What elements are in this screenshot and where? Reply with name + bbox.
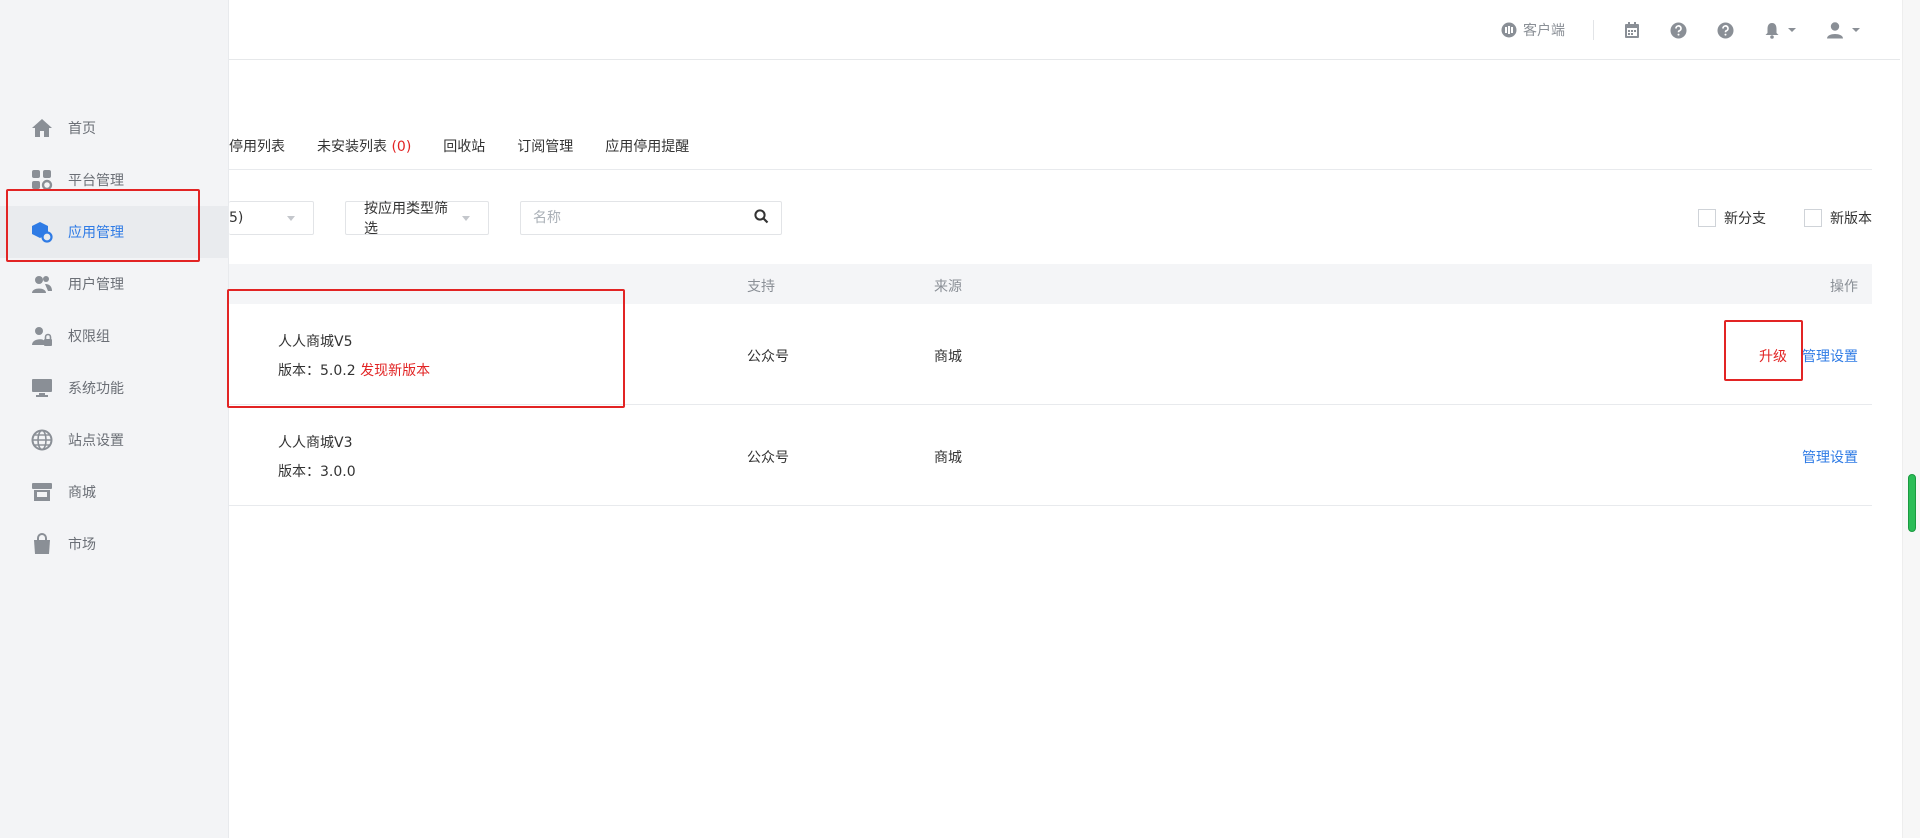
client-link[interactable]: 客户端 [1501, 20, 1565, 40]
filter-select-partial[interactable]: 5) [229, 201, 314, 235]
app-source: 商城 [934, 450, 962, 466]
table-row: 人人商城V3 版本：3.0.0 公众号 商城 管理设置 [229, 405, 1872, 506]
user-icon [1826, 21, 1844, 39]
shopping-bag-icon [30, 532, 54, 556]
store-icon [30, 480, 54, 504]
column-header-source: 来源 [934, 279, 962, 295]
column-header-actions: 操作 [1830, 279, 1858, 295]
client-label: 客户端 [1523, 23, 1565, 39]
sidebar-item-store[interactable]: 商城 [0, 466, 229, 518]
sidebar-item-system-functions[interactable]: 系统功能 [0, 362, 229, 414]
app-name: 人人商城V3 [278, 435, 353, 451]
support-button[interactable] [1717, 22, 1734, 39]
sidebar-item-permission-group[interactable]: 权限组 [0, 310, 229, 362]
users-icon [30, 272, 54, 296]
tab-disable-reminder[interactable]: 应用停用提醒 [605, 136, 689, 170]
tab-subscription-management[interactable]: 订阅管理 [517, 136, 573, 170]
app-support: 公众号 [747, 450, 789, 466]
sidebar-item-label: 站点设置 [68, 433, 124, 449]
app-tabs: 停用列表 未安装列表 (0) 回收站 订阅管理 应用停用提醒 [229, 136, 721, 170]
client-icon [1501, 22, 1517, 38]
monitor-icon [30, 376, 54, 400]
search-icon[interactable] [754, 208, 769, 228]
sidebar-item-home[interactable]: 首页 [0, 102, 229, 154]
sidebar-item-platform[interactable]: 平台管理 [0, 154, 229, 206]
search-box [520, 201, 782, 235]
checkbox-box [1698, 209, 1716, 227]
sidebar-nav: 首页 平台管理 应用管理 用户管理 权限组 系统功能 站点设置 商城 市场 [0, 102, 229, 570]
upgrade-button[interactable]: 升级 [1759, 346, 1787, 366]
calendar-button[interactable] [1624, 21, 1640, 39]
sidebar-item-users[interactable]: 用户管理 [0, 258, 229, 310]
chevron-down-icon [287, 215, 295, 221]
main-content: 停用列表 未安装列表 (0) 回收站 订阅管理 应用停用提醒 5) 按应用类型筛… [227, 60, 1872, 838]
user-lock-icon [30, 324, 54, 348]
sidebar-item-label: 平台管理 [68, 173, 124, 189]
sidebar: 首页 平台管理 应用管理 用户管理 权限组 系统功能 站点设置 商城 市场 [0, 0, 229, 838]
search-input[interactable] [521, 202, 741, 234]
scrollbar-thumb[interactable] [1908, 474, 1916, 532]
app-name: 人人商城V5 [278, 334, 353, 350]
column-header-support: 支持 [747, 279, 775, 295]
user-menu-dropdown[interactable] [1826, 21, 1860, 39]
sidebar-item-label: 权限组 [68, 329, 110, 345]
topbar-divider [1593, 20, 1594, 40]
filter-select-value: 5) [229, 210, 244, 226]
home-icon [30, 116, 54, 140]
app-support: 公众号 [747, 349, 789, 365]
filter-app-type-select[interactable]: 按应用类型筛选 [345, 201, 489, 237]
tab-recycle-bin[interactable]: 回收站 [443, 136, 485, 170]
tab-disabled-list[interactable]: 停用列表 [229, 136, 285, 170]
sidebar-item-label: 首页 [68, 121, 96, 137]
sidebar-item-app-management[interactable]: 应用管理 [0, 206, 229, 258]
calendar-icon [1624, 21, 1640, 39]
grid-gear-icon [30, 168, 54, 192]
new-version-badge[interactable]: 发现新版本 [360, 363, 430, 379]
app-source: 商城 [934, 349, 962, 365]
table-header: 支持 来源 操作 [229, 264, 1872, 304]
sidebar-item-label: 商城 [68, 485, 96, 501]
question-circle-icon [1717, 22, 1734, 39]
sidebar-item-market[interactable]: 市场 [0, 518, 229, 570]
topbar-tools: 客户端 [1471, 0, 1860, 60]
new-version-checkbox[interactable]: 新版本 [1804, 208, 1872, 228]
topbar: 客户端 [229, 0, 1900, 60]
sidebar-item-label: 系统功能 [68, 381, 124, 397]
chevron-down-icon [1788, 28, 1796, 32]
table-row: 人人商城V5 版本：5.0.2 发现新版本 公众号 商城 升级 管理设置 [229, 304, 1872, 405]
cube-gear-icon [30, 220, 54, 244]
globe-icon [30, 428, 54, 452]
checkbox-box [1804, 209, 1822, 227]
sidebar-item-site-settings[interactable]: 站点设置 [0, 414, 229, 466]
filter-select-value: 按应用类型筛选 [364, 201, 448, 237]
bell-icon [1764, 22, 1780, 39]
sidebar-item-label: 应用管理 [68, 225, 124, 241]
question-circle-icon [1670, 22, 1687, 39]
version-filters: 新分支 新版本 [1660, 201, 1872, 235]
manage-settings-link[interactable]: 管理设置 [1802, 346, 1858, 366]
tab-count: (0) [391, 139, 412, 155]
app-version: 版本：5.0.2 发现新版本 [278, 363, 431, 379]
chevron-down-icon [462, 215, 470, 221]
manage-settings-link[interactable]: 管理设置 [1802, 447, 1858, 467]
sidebar-item-label: 用户管理 [68, 277, 124, 293]
tabs-divider [229, 169, 1872, 170]
page-scrollbar[interactable] [1902, 0, 1920, 838]
sidebar-item-label: 市场 [68, 537, 96, 553]
tab-uninstalled-list[interactable]: 未安装列表 (0) [317, 136, 411, 170]
notifications-dropdown[interactable] [1764, 22, 1796, 39]
new-branch-checkbox[interactable]: 新分支 [1698, 208, 1766, 228]
help-button[interactable] [1670, 22, 1687, 39]
chevron-down-icon [1852, 28, 1860, 32]
app-version: 版本：3.0.0 [278, 464, 356, 480]
